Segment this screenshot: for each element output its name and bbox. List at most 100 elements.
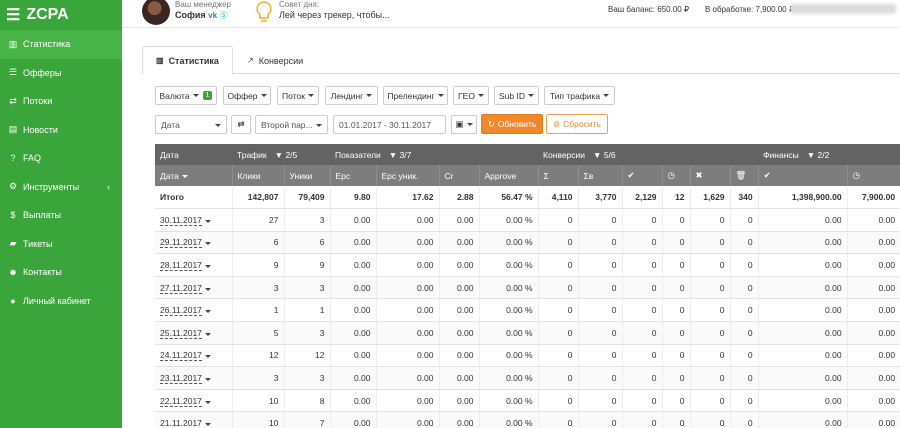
date-link[interactable]: 22.11.2017 [160,395,202,407]
brand[interactable]: ☰ ZCPA [0,0,122,30]
flow-filter[interactable]: Поток [277,86,319,105]
date-link[interactable]: 30.11.2017 [160,214,202,226]
caret-down-icon[interactable] [204,310,211,314]
group-header-conversions[interactable]: Конверсии ▼ 5/6 [538,144,759,165]
reset-button[interactable]: ⊘ Сбросить [546,114,608,134]
group-by-primary-select[interactable]: Дата [155,115,227,134]
col-header-approve[interactable]: Approve [478,165,539,186]
table-cell: 0 [621,253,663,277]
table-cell: 0 [577,253,623,277]
table-cell: 0 [621,208,663,232]
date-link[interactable]: 24.11.2017 [160,350,202,362]
date-link[interactable]: 21.11.2017 [160,418,202,428]
table-cell: 0 [661,276,691,300]
caret-down-icon[interactable] [204,265,211,269]
col-header-date[interactable]: Дата [155,165,232,186]
filter-label: Тип трафика [549,90,601,101]
caret-down-icon[interactable] [204,219,211,223]
date-link[interactable]: 28.11.2017 [160,260,202,272]
col-header-rejected[interactable]: ✖ [689,165,731,186]
skype-icon[interactable]: Ⓢ [220,11,228,20]
traffic-type-filter[interactable]: Тип трафика [544,86,615,105]
date-cell[interactable]: 23.11.2017 [155,366,232,390]
tip-text[interactable]: Лей через трекер, чтобы... [279,10,390,20]
col-header-uniques[interactable]: Уники [283,165,331,186]
date-link[interactable]: 26.11.2017 [160,305,202,317]
sidebar-item-account[interactable]: ● Личный кабинет [0,287,122,316]
sidebar-item-news[interactable]: ▤ Новости [0,116,122,145]
sidebar-item-statistics[interactable]: ▥ Статистика [0,30,122,59]
sidebar-item-tickets[interactable]: ▰ Тикеты [0,230,122,259]
table-cell: 0 [689,321,731,345]
col-header-finance-approved[interactable]: ✔ [757,165,848,186]
update-button[interactable]: ↻ Обновить [481,114,543,134]
sidebar-item-payouts[interactable]: $ Выплаты [0,201,122,230]
date-link[interactable]: 23.11.2017 [160,373,202,385]
sidebar-item-offers[interactable]: ☰ Офферы [0,59,122,88]
group-header-finance[interactable]: Финансы ▼ 2/2 [758,144,900,165]
sidebar-item-contacts[interactable]: ☻ Контакты [0,258,122,287]
caret-down-icon[interactable] [204,287,211,291]
col-header-epc[interactable]: Epc [329,165,377,186]
group-header-traffic[interactable]: Трафик ▼ 2/5 [232,144,331,165]
date-cell[interactable]: 29.11.2017 [155,231,232,255]
table-cell: 0.00 [846,321,900,345]
date-range-input[interactable]: 01.01.2017 - 30.11.2017 [333,115,446,134]
date-cell[interactable]: 24.11.2017 [155,344,232,368]
col-header-total[interactable]: Σ [537,165,579,186]
date-link[interactable]: 27.11.2017 [160,282,202,294]
col-header-epc-unique[interactable]: Epc уник. [375,165,440,186]
date-cell[interactable]: 27.11.2017 [155,276,232,300]
vk-icon[interactable]: vk [208,11,217,20]
geo-filter[interactable]: ГЕО [453,86,489,105]
date-link[interactable]: 25.11.2017 [160,327,202,339]
col-header-approved[interactable]: ✔ [621,165,663,186]
subid-filter[interactable]: Sub ID [494,86,539,105]
save-preset-button[interactable]: ▣ [451,115,477,134]
date-cell[interactable]: 30.11.2017 [155,208,232,232]
col-header-trash[interactable]: 🗑 [729,165,759,186]
group-header-metrics[interactable]: Показатели ▼ 3/7 [330,144,539,165]
reset-label: Сбросить [563,119,601,129]
col-label: Approve [484,170,517,181]
landing-filter[interactable]: Лендинг [325,86,378,105]
caret-down-icon[interactable] [204,355,211,359]
date-cell[interactable]: 28.11.2017 [155,253,232,277]
date-cell[interactable]: 26.11.2017 [155,298,232,323]
table-row: 25.11.2017 5 3 0.00 0.00 0.00 0.00 % 0 0 0 0 0 0 0.00… [155,321,900,345]
col-header-total-valid[interactable]: Σв [577,165,623,186]
col-header-finance-pending[interactable]: ◷ [846,165,900,186]
swap-grouping-button[interactable]: ⇄ [231,115,251,134]
table-cell: 0 [537,298,579,323]
tab-statistics[interactable]: ▥ Статистика [142,46,233,75]
menu-icon[interactable]: ☰ [6,5,20,25]
date-link[interactable]: 29.11.2017 [160,237,202,249]
col-header-pending[interactable]: ◷ [661,165,691,186]
filter-icon[interactable]: ▼ [389,150,397,160]
caret-down-icon[interactable] [204,332,211,336]
col-header-cr[interactable]: Cr [438,165,480,186]
table-cell: 0 [621,276,663,300]
tab-conversions[interactable]: ↗ Конверсии [234,46,316,75]
sidebar-item-faq[interactable]: ? FAQ [0,144,122,173]
caret-down-icon[interactable] [204,242,211,246]
date-cell[interactable]: 22.11.2017 [155,389,232,413]
user-email-redacted[interactable] [790,4,896,14]
table-cell: 0.00 % [478,389,539,413]
filter-icon[interactable]: ▼ [807,150,815,160]
date-cell[interactable]: 21.11.2017 [155,411,232,428]
group-count: 2/2 [817,149,830,160]
caret-down-icon[interactable] [204,423,211,427]
sidebar-item-flows[interactable]: ⇄ Потоки [0,87,122,116]
offer-filter[interactable]: Оффер [223,86,271,105]
filter-icon[interactable]: ▼ [275,150,283,160]
currency-filter[interactable]: Валюта 1 [155,86,217,105]
caret-down-icon[interactable] [204,378,211,382]
col-header-clicks[interactable]: Клики [231,165,284,186]
date-cell[interactable]: 25.11.2017 [155,321,232,345]
prelanding-filter[interactable]: Прелендинг [383,86,448,105]
filter-icon[interactable]: ▼ [593,150,601,160]
group-by-secondary-select[interactable]: Второй пар... [255,115,328,134]
sidebar-item-tools[interactable]: ⚙ Инструменты ‹ [0,173,122,202]
caret-down-icon[interactable] [204,400,211,404]
